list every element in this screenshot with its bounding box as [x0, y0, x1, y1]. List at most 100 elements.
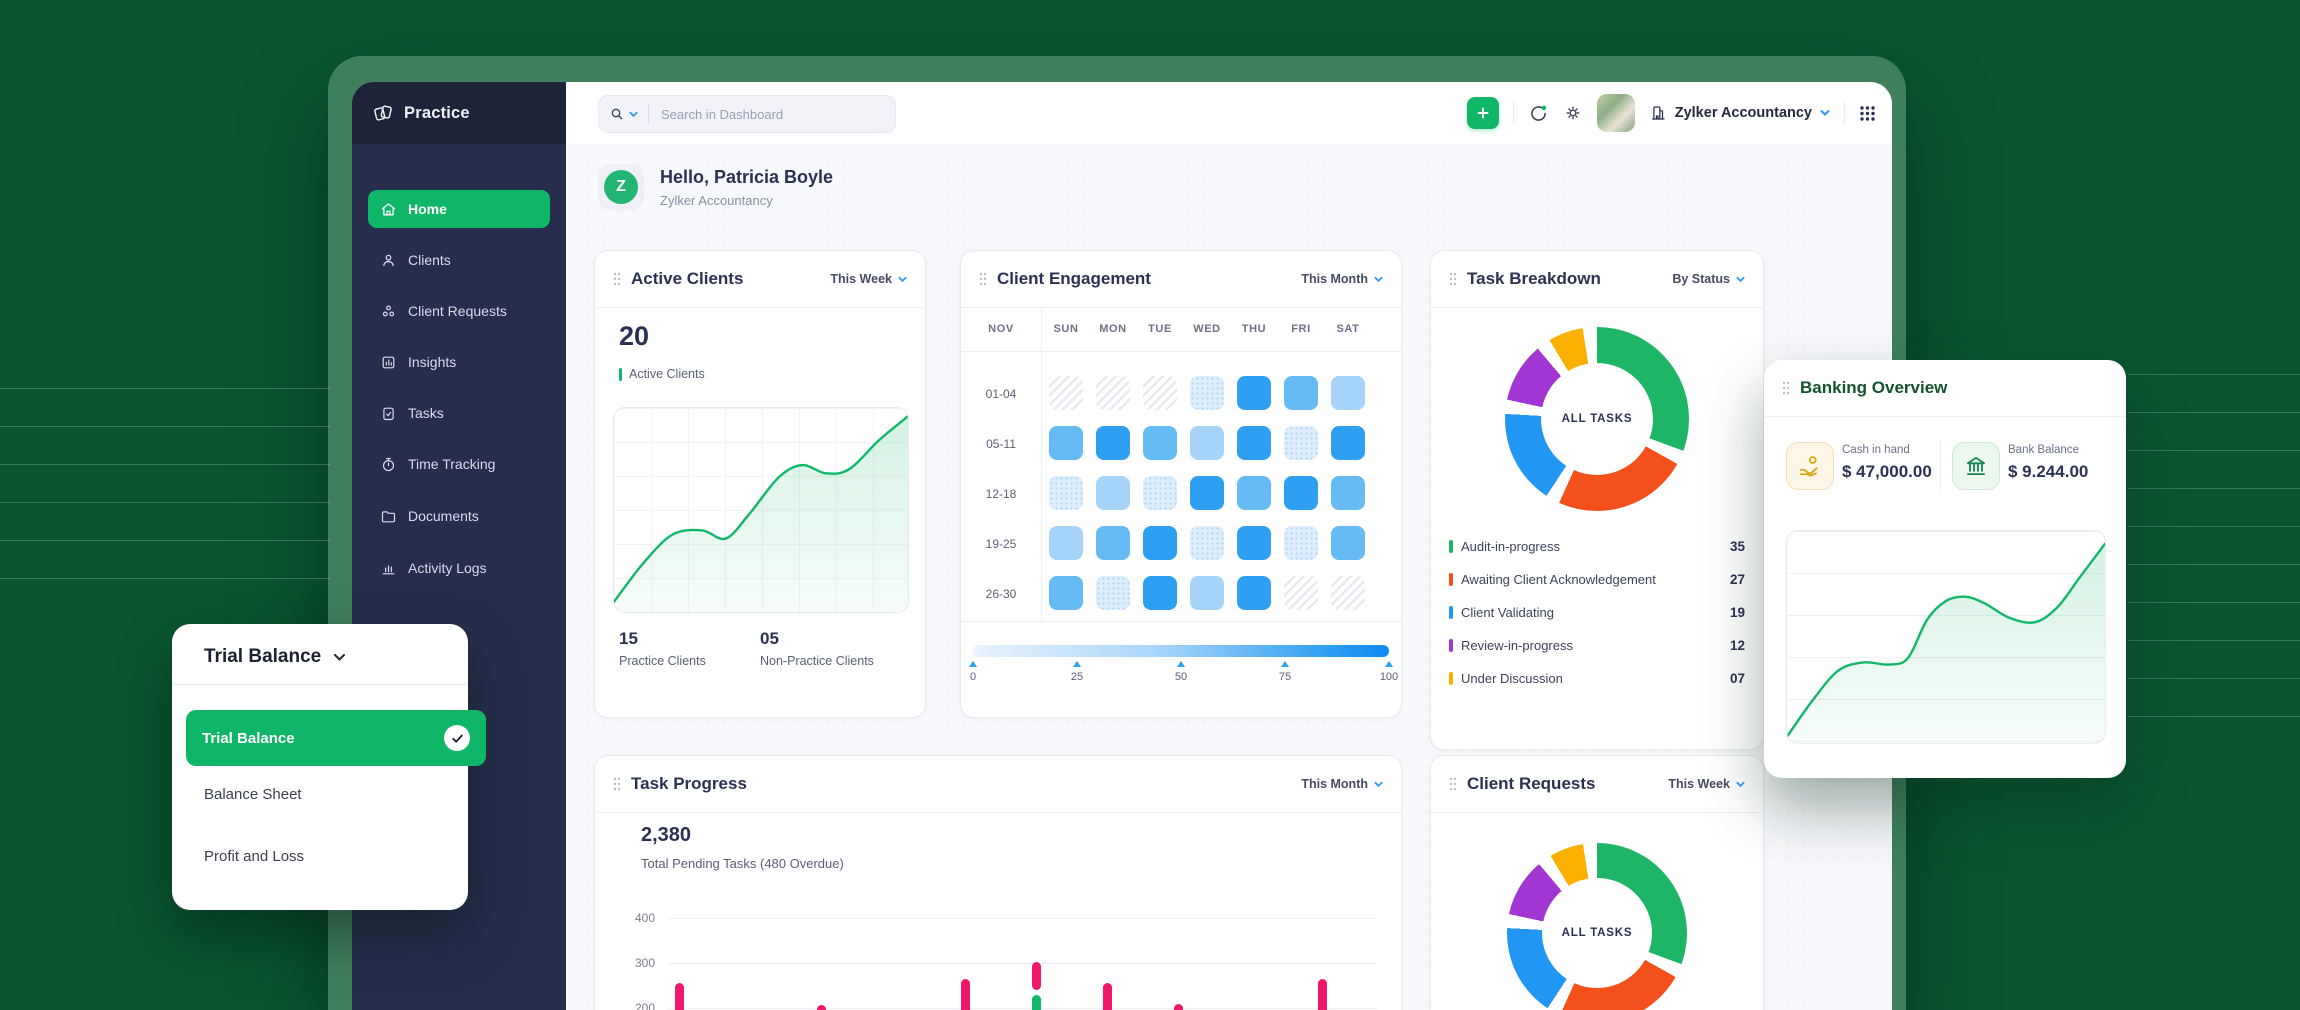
heatmap-cell[interactable] [1143, 576, 1177, 610]
card-title: Client Engagement [997, 269, 1301, 289]
org-switcher[interactable]: Zylker Accountancy [1649, 104, 1830, 122]
heatmap-day-label: TUE [1143, 323, 1177, 335]
filter-dropdown[interactable]: This Week [1668, 777, 1745, 791]
heatmap-cell[interactable] [1190, 426, 1224, 460]
bar[interactable] [675, 983, 684, 1010]
search-input[interactable] [649, 107, 853, 122]
legend-item[interactable]: Under Discussion 07 [1449, 662, 1745, 695]
bar-overdue[interactable] [1032, 962, 1041, 990]
heatmap-row-label: 12-18 [961, 487, 1041, 501]
search-scope[interactable] [599, 103, 649, 125]
heatmap-cell[interactable] [1096, 476, 1130, 510]
heatmap-cell[interactable] [1143, 476, 1177, 510]
updates-button[interactable] [1528, 103, 1549, 124]
heatmap-cell[interactable] [1049, 526, 1083, 560]
heatmap-cell[interactable] [1237, 426, 1271, 460]
active-clients-chart[interactable] [613, 407, 909, 613]
legend-item[interactable]: Awaiting Client Acknowledgement 27 [1449, 563, 1745, 596]
filter-dropdown[interactable]: This Month [1301, 272, 1383, 286]
heatmap-cell[interactable] [1049, 376, 1083, 410]
drag-handle-icon[interactable] [1782, 381, 1790, 395]
heatmap-cell[interactable] [1190, 376, 1224, 410]
drag-handle-icon[interactable] [613, 777, 621, 791]
scale-tick-label: 100 [1369, 671, 1409, 683]
quick-create-button[interactable] [1467, 97, 1499, 129]
sidebar-item-activity-logs[interactable]: Activity Logs [368, 549, 550, 587]
home-icon [380, 201, 397, 218]
heatmap-cell[interactable] [1237, 476, 1271, 510]
sidebar-item-tasks[interactable]: Tasks [368, 394, 550, 432]
heatmap-cell[interactable] [1331, 476, 1365, 510]
heatmap-cell[interactable] [1284, 526, 1318, 560]
client-requests-donut-chart[interactable]: ALL TASKS [1507, 843, 1687, 1010]
bar[interactable] [1318, 979, 1327, 1010]
bar[interactable] [817, 1005, 826, 1010]
sidebar-item-client-requests[interactable]: Client Requests [368, 292, 550, 330]
heatmap-cell[interactable] [1284, 376, 1318, 410]
scale-tick-marker [1385, 661, 1393, 667]
legend-item[interactable]: Client Validating 19 [1449, 596, 1745, 629]
drag-handle-icon[interactable] [1449, 777, 1457, 791]
heatmap-cell[interactable] [1190, 526, 1224, 560]
sidebar-nav: Home Clients Client Requests Insights [352, 144, 566, 587]
filter-dropdown[interactable]: This Month [1301, 777, 1383, 791]
heatmap-cell[interactable] [1143, 426, 1177, 460]
heatmap-cell[interactable] [1096, 526, 1130, 560]
filter-dropdown[interactable]: By Status [1672, 272, 1745, 286]
bg-decor-line [0, 578, 330, 579]
heatmap-cell[interactable] [1049, 576, 1083, 610]
heatmap-cell[interactable] [1049, 476, 1083, 510]
sidebar-item-insights[interactable]: Insights [368, 343, 550, 381]
card-title: Task Progress [631, 774, 1301, 794]
heatmap-cell[interactable] [1143, 376, 1177, 410]
bar[interactable] [1174, 1004, 1183, 1010]
heatmap-cell[interactable] [1284, 576, 1318, 610]
chevron-down-icon [1374, 276, 1383, 283]
sidebar-item-clients[interactable]: Clients [368, 241, 550, 279]
search-box[interactable] [598, 95, 896, 133]
heatmap-cell[interactable] [1331, 526, 1365, 560]
heatmap-cell[interactable] [1237, 376, 1271, 410]
heatmap-cell[interactable] [1096, 376, 1130, 410]
sidebar-item-time-tracking[interactable]: Time Tracking [368, 445, 550, 483]
chevron-down-icon [1736, 781, 1745, 788]
banking-chart[interactable] [1786, 530, 2106, 744]
bar[interactable] [961, 979, 970, 1010]
bg-decor-line [0, 464, 330, 465]
settings-button[interactable] [1563, 103, 1583, 123]
drag-handle-icon[interactable] [613, 272, 621, 286]
sidebar-item-documents[interactable]: Documents [368, 497, 550, 535]
bar[interactable] [1103, 983, 1112, 1010]
heatmap-cell[interactable] [1284, 476, 1318, 510]
apps-menu-button[interactable] [1859, 105, 1876, 122]
topbar: Zylker Accountancy [566, 82, 1892, 145]
user-avatar[interactable] [1597, 94, 1635, 132]
popup-title: Trial Balance [204, 646, 321, 668]
heatmap-cell[interactable] [1284, 426, 1318, 460]
drag-handle-icon[interactable] [1449, 272, 1457, 286]
filter-dropdown[interactable]: This Week [830, 272, 907, 286]
heatmap-cell[interactable] [1096, 426, 1130, 460]
heatmap-cell[interactable] [1190, 476, 1224, 510]
bank-icon [1963, 453, 1989, 479]
heatmap-cell[interactable] [1190, 576, 1224, 610]
heatmap-cell[interactable] [1143, 526, 1177, 560]
popup-option-trial-balance[interactable]: Trial Balance [186, 710, 486, 766]
heatmap-cell[interactable] [1096, 576, 1130, 610]
legend-item[interactable]: Review-in-progress 12 [1449, 629, 1745, 662]
heatmap-cell[interactable] [1331, 376, 1365, 410]
task-breakdown-donut-chart[interactable]: ALL TASKS [1505, 327, 1689, 511]
popup-header[interactable]: Trial Balance [172, 624, 468, 684]
heatmap-cell[interactable] [1331, 426, 1365, 460]
bar-completed[interactable] [1032, 995, 1041, 1010]
heatmap-cell[interactable] [1237, 526, 1271, 560]
sidebar-item-home[interactable]: Home [368, 190, 550, 228]
drag-handle-icon[interactable] [979, 272, 987, 286]
bg-decor-line [2128, 678, 2300, 679]
heatmap-cell[interactable] [1049, 426, 1083, 460]
legend-item[interactable]: Audit-in-progress 35 [1449, 530, 1745, 563]
popup-option-balance-sheet[interactable]: Balance Sheet [204, 786, 302, 803]
heatmap-cell[interactable] [1237, 576, 1271, 610]
heatmap-cell[interactable] [1331, 576, 1365, 610]
popup-option-profit-and-loss[interactable]: Profit and Loss [204, 848, 304, 865]
